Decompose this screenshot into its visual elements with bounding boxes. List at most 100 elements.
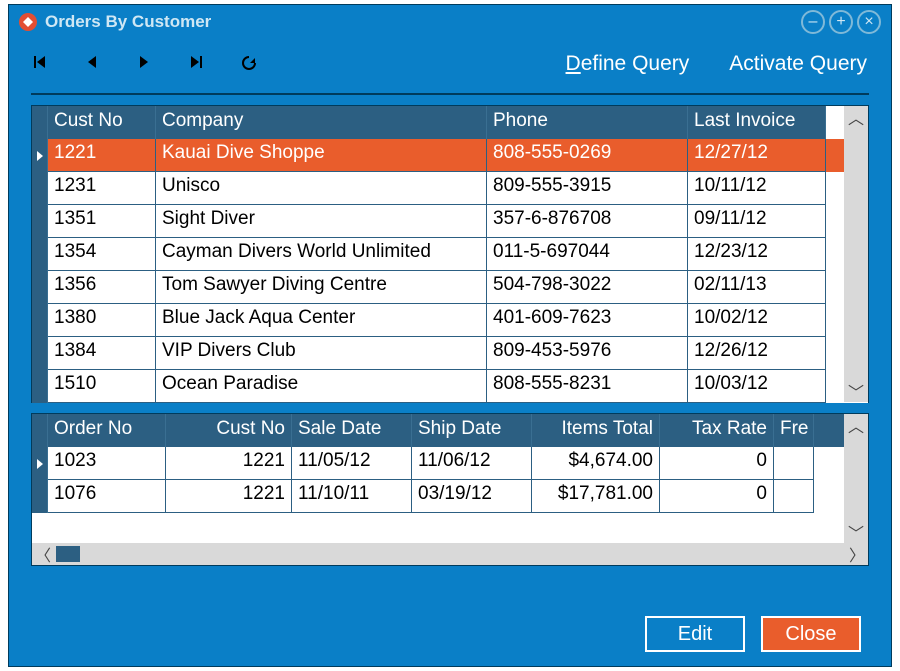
col-cust-no[interactable]: Cust No bbox=[166, 414, 292, 447]
cell-company[interactable]: Tom Sawyer Diving Centre bbox=[156, 271, 487, 304]
cell-company[interactable]: Cayman Divers World Unlimited bbox=[156, 238, 487, 271]
orders-blank-row bbox=[32, 513, 868, 543]
minimize-button[interactable]: – bbox=[801, 10, 825, 34]
cell-company[interactable]: Unisco bbox=[156, 172, 487, 205]
scroll-down-icon[interactable]: ﹀ bbox=[844, 380, 868, 402]
col-freight[interactable]: Fre bbox=[774, 414, 814, 447]
table-row[interactable]: 1356Tom Sawyer Diving Centre504-798-3022… bbox=[32, 271, 868, 304]
close-button[interactable]: Close bbox=[761, 616, 861, 652]
cell-sale-date[interactable]: 11/10/11 bbox=[292, 480, 412, 513]
cell-cust-no[interactable]: 1356 bbox=[48, 271, 156, 304]
cell-cust-no[interactable]: 1221 bbox=[166, 447, 292, 480]
cell-phone[interactable]: 808-555-0269 bbox=[487, 139, 688, 172]
table-row[interactable]: 1221Kauai Dive Shoppe808-555-026912/27/1… bbox=[32, 139, 868, 172]
cell-invoice[interactable]: 10/11/12 bbox=[688, 172, 826, 205]
cell-invoice[interactable]: 12/23/12 bbox=[688, 238, 826, 271]
cell-cust-no[interactable]: 1231 bbox=[48, 172, 156, 205]
table-row[interactable]: 1351Sight Diver357-6-87670809/11/12 bbox=[32, 205, 868, 238]
col-company[interactable]: Company bbox=[156, 106, 487, 139]
col-tax-rate[interactable]: Tax Rate bbox=[660, 414, 774, 447]
row-indicator bbox=[32, 172, 48, 205]
cell-invoice[interactable]: 02/11/13 bbox=[688, 271, 826, 304]
cell-phone[interactable]: 809-555-3915 bbox=[487, 172, 688, 205]
scroll-right-icon[interactable]: 〉 bbox=[846, 543, 868, 565]
col-ship-date[interactable]: Ship Date bbox=[412, 414, 532, 447]
scroll-up-icon[interactable]: ︿ bbox=[844, 414, 868, 436]
table-row[interactable]: 1380Blue Jack Aqua Center401-609-762310/… bbox=[32, 304, 868, 337]
scroll-thumb[interactable] bbox=[56, 546, 80, 562]
next-record-button[interactable] bbox=[137, 55, 155, 73]
close-window-button[interactable]: × bbox=[857, 10, 881, 34]
cell-company[interactable]: VIP Divers Club bbox=[156, 337, 487, 370]
define-query-link[interactable]: Define Query bbox=[566, 52, 690, 76]
refresh-button[interactable] bbox=[241, 55, 259, 73]
orders-vscrollbar[interactable]: ︿ ﹀ bbox=[844, 414, 868, 543]
edit-button[interactable]: Edit bbox=[645, 616, 745, 652]
col-phone[interactable]: Phone bbox=[487, 106, 688, 139]
table-row[interactable]: 1354Cayman Divers World Unlimited011-5-6… bbox=[32, 238, 868, 271]
cell-company[interactable]: Sight Diver bbox=[156, 205, 487, 238]
cell-invoice[interactable]: 12/26/12 bbox=[688, 337, 826, 370]
cell-freight[interactable] bbox=[774, 447, 814, 480]
row-indicator bbox=[32, 271, 48, 304]
cell-sale-date[interactable]: 11/05/12 bbox=[292, 447, 412, 480]
cell-phone[interactable]: 357-6-876708 bbox=[487, 205, 688, 238]
cell-phone[interactable]: 809-453-5976 bbox=[487, 337, 688, 370]
orders-header: Order No Cust No Sale Date Ship Date Ite… bbox=[32, 414, 868, 447]
cell-ship-date[interactable]: 03/19/12 bbox=[412, 480, 532, 513]
cell-ship-date[interactable]: 11/06/12 bbox=[412, 447, 532, 480]
cell-cust-no[interactable]: 1510 bbox=[48, 370, 156, 403]
cell-cust-no[interactable]: 1380 bbox=[48, 304, 156, 337]
cell-company[interactable]: Blue Jack Aqua Center bbox=[156, 304, 487, 337]
col-sale-date[interactable]: Sale Date bbox=[292, 414, 412, 447]
row-indicator bbox=[32, 370, 48, 403]
table-row[interactable]: 1510Ocean Paradise808-555-823110/03/12 bbox=[32, 370, 868, 403]
cell-tax-rate[interactable]: 0 bbox=[660, 447, 774, 480]
row-indicator bbox=[32, 447, 48, 480]
cell-cust-no[interactable]: 1384 bbox=[48, 337, 156, 370]
cell-cust-no[interactable]: 1354 bbox=[48, 238, 156, 271]
col-last-invoice[interactable]: Last Invoice bbox=[688, 106, 826, 139]
cell-cust-no[interactable]: 1351 bbox=[48, 205, 156, 238]
cell-invoice[interactable]: 10/03/12 bbox=[688, 370, 826, 403]
prev-record-button[interactable] bbox=[85, 55, 103, 73]
scroll-left-icon[interactable]: 〈 bbox=[32, 543, 54, 565]
cell-phone[interactable]: 808-555-8231 bbox=[487, 370, 688, 403]
cell-tax-rate[interactable]: 0 bbox=[660, 480, 774, 513]
cell-items-total[interactable]: $4,674.00 bbox=[532, 447, 660, 480]
cell-cust-no[interactable]: 1221 bbox=[166, 480, 292, 513]
cell-company[interactable]: Ocean Paradise bbox=[156, 370, 487, 403]
customers-grid[interactable]: Cust No Company Phone Last Invoice 1221K… bbox=[31, 105, 869, 403]
scroll-up-icon[interactable]: ︿ bbox=[844, 106, 868, 128]
window: Orders By Customer – + × Define Query Ac… bbox=[8, 4, 892, 667]
cell-order-no[interactable]: 1023 bbox=[48, 447, 166, 480]
divider bbox=[31, 93, 869, 95]
cell-invoice[interactable]: 12/27/12 bbox=[688, 139, 826, 172]
cell-freight[interactable] bbox=[774, 480, 814, 513]
cell-order-no[interactable]: 1076 bbox=[48, 480, 166, 513]
cell-phone[interactable]: 504-798-3022 bbox=[487, 271, 688, 304]
customers-vscrollbar[interactable]: ︿ ﹀ bbox=[844, 106, 868, 402]
cell-phone[interactable]: 011-5-697044 bbox=[487, 238, 688, 271]
row-indicator-header bbox=[32, 414, 48, 447]
activate-query-link[interactable]: Activate Query bbox=[729, 52, 867, 76]
orders-grid[interactable]: Order No Cust No Sale Date Ship Date Ite… bbox=[31, 413, 869, 566]
cell-invoice[interactable]: 09/11/12 bbox=[688, 205, 826, 238]
cell-cust-no[interactable]: 1221 bbox=[48, 139, 156, 172]
cell-items-total[interactable]: $17,781.00 bbox=[532, 480, 660, 513]
table-row[interactable]: 1076122111/10/1103/19/12$17,781.000 bbox=[32, 480, 868, 513]
first-record-button[interactable] bbox=[33, 55, 51, 73]
last-record-button[interactable] bbox=[189, 55, 207, 73]
col-items-total[interactable]: Items Total bbox=[532, 414, 660, 447]
cell-invoice[interactable]: 10/02/12 bbox=[688, 304, 826, 337]
cell-company[interactable]: Kauai Dive Shoppe bbox=[156, 139, 487, 172]
cell-phone[interactable]: 401-609-7623 bbox=[487, 304, 688, 337]
table-row[interactable]: 1231Unisco809-555-391510/11/12 bbox=[32, 172, 868, 205]
table-row[interactable]: 1384VIP Divers Club809-453-597612/26/12 bbox=[32, 337, 868, 370]
col-cust-no[interactable]: Cust No bbox=[48, 106, 156, 139]
orders-hscrollbar[interactable]: 〈 〉 bbox=[32, 543, 868, 565]
table-row[interactable]: 1023122111/05/1211/06/12$4,674.000 bbox=[32, 447, 868, 480]
col-order-no[interactable]: Order No bbox=[48, 414, 166, 447]
maximize-button[interactable]: + bbox=[829, 10, 853, 34]
scroll-down-icon[interactable]: ﹀ bbox=[844, 521, 868, 543]
